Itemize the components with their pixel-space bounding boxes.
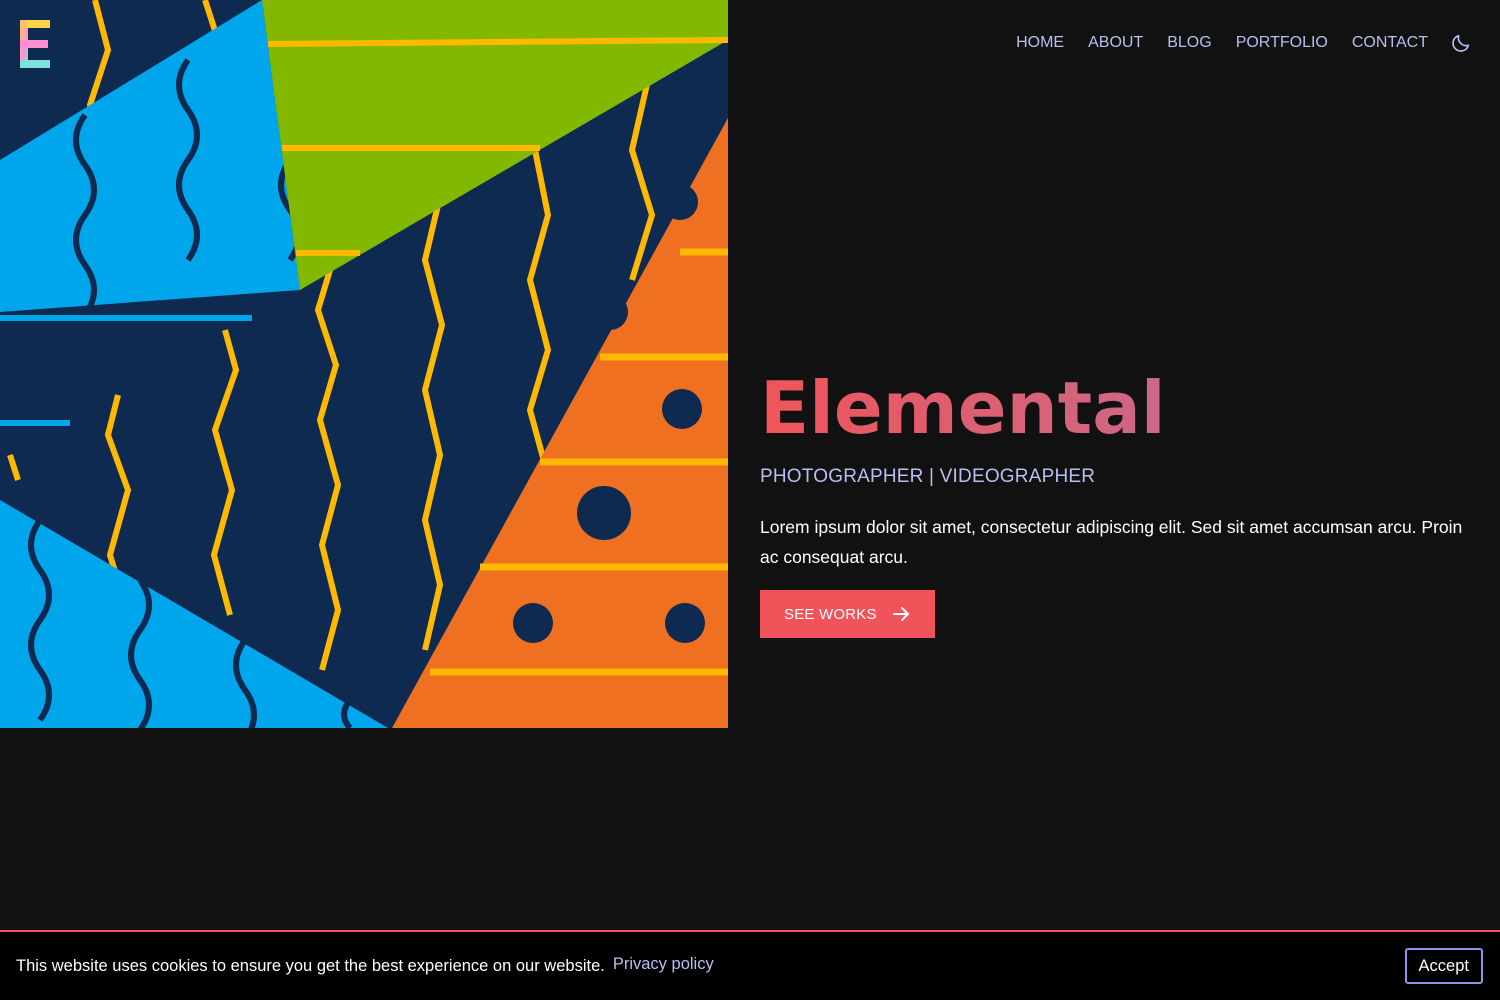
see-works-label: SEE WORKS <box>784 605 877 623</box>
privacy-policy-link[interactable]: Privacy policy <box>613 955 714 974</box>
nav-item-blog[interactable]: BLOG <box>1167 30 1211 56</box>
logo-e-glyph <box>20 20 50 68</box>
hero-title: Elemental <box>760 360 1480 456</box>
main-nav: HOME ABOUT BLOG PORTFOLIO CONTACT <box>992 30 1472 56</box>
nav-item-portfolio[interactable]: PORTFOLIO <box>1236 30 1328 56</box>
page: HOME ABOUT BLOG PORTFOLIO CONTACT Elemen… <box>0 0 1500 1000</box>
nav-item-contact[interactable]: CONTACT <box>1352 30 1428 56</box>
cookie-message: This website uses cookies to ensure you … <box>16 956 605 975</box>
hero-description: Lorem ipsum dolor sit amet, consectetur … <box>760 517 1463 567</box>
hero-subtitle: PHOTOGRAPHER | VIDEOGRAPHER <box>760 466 1096 487</box>
theme-toggle-button[interactable] <box>1450 32 1472 54</box>
hero-artwork <box>0 0 728 728</box>
abstract-pattern-image <box>0 0 728 728</box>
nav-item-about[interactable]: ABOUT <box>1088 30 1143 56</box>
hero-section: Elemental PHOTOGRAPHER | VIDEOGRAPHER Lo… <box>760 360 1480 638</box>
moon-icon <box>1452 34 1470 52</box>
accept-cookies-button[interactable]: Accept <box>1404 948 1483 984</box>
see-works-button[interactable]: SEE WORKS <box>760 590 935 638</box>
cookie-consent-bar: This website uses cookies to ensure you … <box>0 930 1500 1000</box>
nav-item-home[interactable]: HOME <box>1016 30 1064 56</box>
elemental-logo-icon[interactable] <box>16 18 56 70</box>
arrow-right-icon <box>891 604 911 624</box>
